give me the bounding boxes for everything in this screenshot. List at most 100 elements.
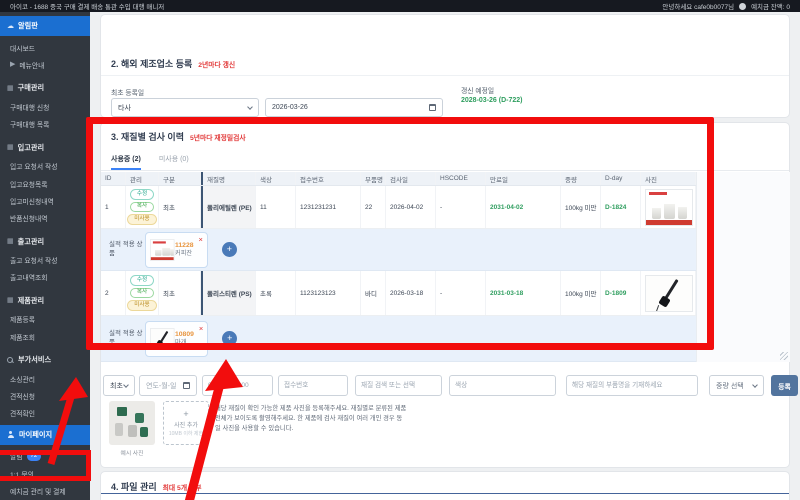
sidebar-item-inbound-request-list[interactable]: 입고요청목록 bbox=[0, 175, 90, 192]
applied-products-row: 실적 적용 상품 10809 마개 × + bbox=[101, 316, 696, 362]
product-photo-tool[interactable] bbox=[645, 275, 693, 312]
avatar[interactable] bbox=[739, 3, 746, 10]
search-icon bbox=[7, 357, 14, 364]
register-button[interactable]: 등록 bbox=[771, 375, 798, 396]
applied-products-label: 실적 적용 상품 bbox=[101, 330, 143, 347]
edit-button[interactable]: 수정 bbox=[130, 275, 154, 286]
code-input[interactable] bbox=[202, 375, 273, 396]
sidebar-item-menu-guide[interactable]: ▶메뉴안내 bbox=[0, 56, 90, 73]
product-photo-cups[interactable] bbox=[645, 189, 693, 226]
edit-button[interactable]: 수정 bbox=[130, 189, 154, 200]
cell-hscode: - bbox=[436, 186, 486, 228]
sidebar-item-inbound-unrequested[interactable]: 입고미신청내역 bbox=[0, 192, 90, 209]
applied-product-chip[interactable]: 11228 커피잔 × bbox=[145, 232, 208, 268]
cell-photo bbox=[641, 186, 696, 228]
person-icon bbox=[7, 431, 15, 439]
play-icon: ▶ bbox=[10, 61, 15, 68]
cell-weight: 100kg 미만 bbox=[561, 271, 601, 315]
cell-receipt-no: 1231231231 bbox=[296, 186, 361, 228]
sidebar-item-alerts[interactable]: 알림72 bbox=[0, 448, 90, 465]
applied-product-chip[interactable]: 10809 마개 × bbox=[145, 321, 208, 357]
add-product-button[interactable]: + bbox=[222, 242, 237, 257]
sidebar-section-inbound[interactable]: ▦입고관리 bbox=[0, 138, 90, 158]
sidebar-section-extra-services[interactable]: 부가서비스 bbox=[0, 350, 90, 370]
grid-icon: ▦ bbox=[7, 144, 14, 151]
sidebar-item-quote-request[interactable]: 견적신청 bbox=[0, 387, 90, 404]
cell-material: 폴리스티렌 (PS) bbox=[201, 271, 256, 315]
cell-actions: 수정 복사 미사용 bbox=[126, 186, 159, 228]
sidebar-item-deposit-payment[interactable]: 예치금 관리 및 결제 bbox=[0, 482, 90, 499]
type-select[interactable]: 최초 bbox=[103, 375, 135, 396]
cell-expiry: 2031-03-18 bbox=[486, 271, 561, 315]
table-row: 1 수정 복사 미사용 최초 폴리에틸렌 (PE) 11 1231231231 … bbox=[101, 186, 696, 229]
main-content: 2. 해외 제조업소 등록2년마다 갱신 최초 등록일 타사 2026-03-2… bbox=[90, 12, 800, 500]
sidebar-item-dashboard[interactable]: 대시보드 bbox=[0, 39, 90, 56]
topbar: 아이코 - 1688 중국 구매 결제 배송 통관 수입 대행 매니저 안녕하세… bbox=[0, 0, 800, 12]
cell-hscode: - bbox=[436, 271, 486, 315]
sidebar-item-inquiry[interactable]: 1:1 문의 bbox=[0, 465, 90, 482]
section4-title: 4. 파일 관리최대 5개 첨부 bbox=[111, 480, 201, 493]
applied-products-label: 실적 적용 상품 bbox=[101, 241, 143, 258]
chevron-down-icon bbox=[247, 104, 253, 110]
chevron-down-icon bbox=[123, 382, 129, 388]
sidebar-item-purchase-request[interactable]: 구매대행 신청 bbox=[0, 98, 90, 115]
sidebar-item-inbound-form[interactable]: 입고 요청서 작성 bbox=[0, 158, 90, 175]
cell-dday: D-1824 bbox=[601, 186, 641, 228]
unused-button[interactable]: 미사용 bbox=[127, 214, 156, 225]
tab-bar: 사용중 (2) 미사용 (0) bbox=[111, 154, 189, 170]
table-row: 2 수정 복사 미사용 최초 폴리스티렌 (PS) 초록 1123123123 … bbox=[101, 271, 696, 316]
part-name-input[interactable] bbox=[566, 375, 698, 396]
cloud-icon: ☁ bbox=[7, 23, 14, 30]
photo-guide-text: 해당 재질이 확인 가능한 제품 사진을 등록해주세요. 재질별로 분류된 제품… bbox=[215, 404, 407, 433]
copy-button[interactable]: 복사 bbox=[130, 288, 154, 299]
sidebar: ☁알림판 대시보드 ▶메뉴안내 ▦구매관리 구매대행 신청 구매대행 목록 ▦입… bbox=[0, 12, 90, 500]
unused-button[interactable]: 미사용 bbox=[127, 300, 156, 311]
add-product-button[interactable]: + bbox=[222, 331, 237, 346]
sidebar-item-product-search[interactable]: 제품조회 bbox=[0, 328, 90, 345]
sidebar-section-outbound[interactable]: ▦출고관리 bbox=[0, 232, 90, 252]
inspection-table: ID 관리 구분 재질명 색상 접수번호 부품명 검사일 HSCODE 만료일 … bbox=[101, 172, 696, 362]
sidebar-item-sourcing[interactable]: 소싱관리 bbox=[0, 370, 90, 387]
divider bbox=[101, 75, 789, 76]
overseas-manufacturer-card: 2. 해외 제조업소 등록2년마다 갱신 최초 등록일 타사 2026-03-2… bbox=[100, 14, 790, 118]
copy-button[interactable]: 복사 bbox=[130, 202, 154, 213]
sidebar-item-notice-board[interactable]: ☁알림판 bbox=[0, 16, 90, 36]
section2-title: 2. 해외 제조업소 등록2년마다 갱신 bbox=[111, 57, 235, 70]
cell-test-date: 2026-04-02 bbox=[386, 186, 436, 228]
remove-icon[interactable]: × bbox=[199, 324, 203, 333]
grid-icon: ▦ bbox=[7, 85, 14, 92]
chip-thumbnail-tool bbox=[150, 328, 174, 350]
sidebar-item-product-register[interactable]: 제품등록 bbox=[0, 311, 90, 328]
material-inspection-card: 3. 재질별 검사 이력5년마다 재정밀검사 사용중 (2) 미사용 (0) I… bbox=[100, 122, 790, 468]
remove-icon[interactable]: × bbox=[199, 235, 203, 244]
cell-color: 11 bbox=[256, 186, 296, 228]
color-input[interactable] bbox=[449, 375, 556, 396]
weight-select[interactable]: 중량 선택 bbox=[709, 375, 764, 396]
reg-date-input[interactable]: 2026-03-26 bbox=[265, 98, 443, 117]
table-side-panel bbox=[696, 172, 790, 362]
company-select[interactable]: 타사 bbox=[111, 98, 259, 117]
sidebar-item-return-request[interactable]: 반품신청내역 bbox=[0, 209, 90, 226]
sidebar-item-mypage[interactable]: 마이페이지 bbox=[0, 425, 90, 445]
material-search-input[interactable] bbox=[355, 375, 442, 396]
tab-in-use[interactable]: 사용중 (2) bbox=[111, 154, 141, 170]
cell-weight: 100kg 미만 bbox=[561, 186, 601, 228]
date-input[interactable]: 연도-월-일 bbox=[139, 375, 197, 396]
sidebar-item-outbound-form[interactable]: 출고 요청서 작성 bbox=[0, 252, 90, 269]
receipt-no-input[interactable] bbox=[278, 375, 348, 396]
tab-unused[interactable]: 미사용 (0) bbox=[159, 154, 189, 170]
cell-color: 초록 bbox=[256, 271, 296, 315]
calendar-icon bbox=[183, 382, 190, 389]
sidebar-section-purchase[interactable]: ▦구매관리 bbox=[0, 78, 90, 98]
table-header-row: ID 관리 구분 재질명 색상 접수번호 부품명 검사일 HSCODE 만료일 … bbox=[101, 172, 696, 186]
sidebar-item-purchase-list[interactable]: 구매대행 목록 bbox=[0, 116, 90, 133]
inspection-note: 5년마다 재정밀검사 bbox=[190, 135, 246, 142]
sidebar-item-quote-confirm[interactable]: 견적확인 bbox=[0, 405, 90, 422]
add-photo-dropzone[interactable]: + 사진 추가 10MB 이하 제한 bbox=[163, 401, 209, 445]
sidebar-section-product[interactable]: ▦제품관리 bbox=[0, 291, 90, 311]
sidebar-item-outbound-history[interactable]: 출고내역조회 bbox=[0, 269, 90, 286]
cell-id: 1 bbox=[101, 186, 126, 228]
resize-grip[interactable] bbox=[780, 352, 788, 360]
renew-date-value: 2028-03-26 (D-722) bbox=[461, 97, 522, 104]
example-photo-caption: 예시 사진 bbox=[109, 448, 155, 457]
